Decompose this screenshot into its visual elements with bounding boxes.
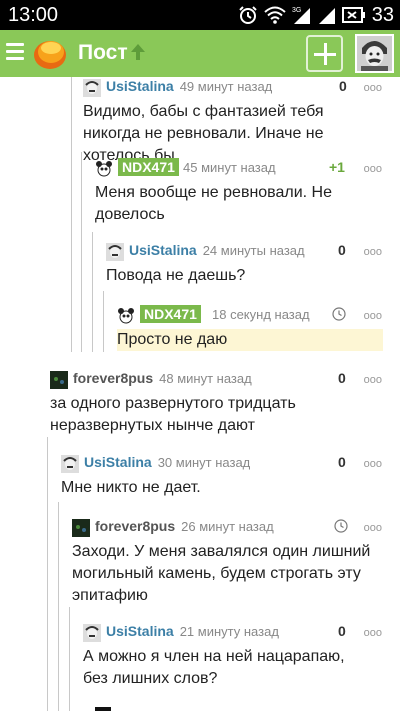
username-text[interactable]: forever8pus	[95, 518, 175, 534]
comment-thread: UsiStalina 49 минут назад 0 ооо Видимо, б…	[0, 77, 400, 711]
comment-username[interactable]: UsiStalina 24 минуты назад	[129, 242, 305, 258]
more-options-icon[interactable]: ооо	[364, 82, 382, 94]
more-options-icon[interactable]: ооо	[364, 374, 382, 386]
next-comment-avatar[interactable]	[95, 707, 111, 711]
status-icons: 3G 33	[238, 3, 394, 27]
username-text[interactable]: UsiStalina	[106, 78, 174, 94]
app-bar: Пост	[0, 30, 400, 77]
comment-rating: 0	[338, 370, 346, 386]
user-avatar[interactable]	[61, 455, 79, 473]
thread-line	[81, 152, 82, 352]
comment-username[interactable]: forever8pus 48 минут назад	[73, 370, 252, 386]
comment-username[interactable]: NDX471	[140, 305, 201, 323]
comment-rating: +1	[329, 159, 345, 175]
comment-text: Заходи. У меня завалялся один лишний мог…	[72, 543, 371, 604]
more-options-icon[interactable]: ооо	[364, 458, 382, 470]
status-bar: 13:00 3G 33	[0, 0, 400, 30]
comment-rating: 0	[339, 78, 347, 94]
comment-time: 21 минуту назад	[179, 624, 279, 639]
comment-item: UsiStalina 21 минуту назад 0 ооо А можно …	[83, 622, 400, 690]
comment-item: NDX471 18 секунд назад ооо Просто не даю	[117, 305, 400, 351]
thread-line	[103, 291, 104, 352]
user-avatar[interactable]	[95, 160, 113, 178]
comment-text: Повода не даешь?	[106, 267, 246, 284]
more-options-icon[interactable]: ооо	[364, 627, 382, 639]
comment-text: Меня вообще не ревновали. Не довелось	[95, 184, 333, 223]
user-avatar[interactable]	[50, 371, 68, 389]
more-options-icon[interactable]: ооо	[364, 163, 382, 175]
comment-item: forever8pus 48 минут назад 0 ооо за одног…	[50, 369, 400, 437]
battery-icon	[341, 7, 365, 23]
thread-line	[58, 502, 59, 711]
comment-item: UsiStalina 49 минут назад 0 ооо Видимо, б…	[83, 77, 400, 167]
signal-3g-icon: 3G	[292, 7, 310, 24]
comment-text: Мне никто не дает.	[61, 479, 201, 496]
comment-item: NDX471 45 минут назад +1 ооо Меня вообще…	[95, 158, 400, 226]
more-options-icon[interactable]: ооо	[364, 310, 382, 322]
thread-line	[69, 607, 70, 711]
status-time: 13:00	[8, 4, 59, 26]
user-avatar[interactable]	[117, 307, 135, 325]
comment-text: за одного развернутого тридцать неразвер…	[50, 395, 296, 434]
avatar[interactable]	[355, 34, 394, 73]
signal-icon	[318, 8, 335, 24]
battery-level: 33	[371, 3, 394, 26]
comment-item: forever8pus 26 минут назад ооо Заходи. У …	[72, 517, 400, 607]
username-text[interactable]: NDX471	[122, 159, 175, 175]
user-avatar[interactable]	[83, 79, 101, 97]
comment-time: 49 минут назад	[179, 79, 273, 94]
username-text[interactable]: UsiStalina	[84, 454, 152, 470]
thread-line	[47, 437, 48, 711]
clock-icon	[334, 519, 348, 533]
menu-icon[interactable]	[6, 43, 24, 61]
comment-item: UsiStalina 24 минуты назад 0 ооо Повода н…	[106, 241, 400, 287]
comment-time: 24 минуты назад	[202, 243, 305, 258]
comment-time: 48 минут назад	[159, 371, 252, 386]
comment-rating: 0	[338, 454, 346, 470]
user-avatar[interactable]	[83, 624, 101, 642]
arrow-up-icon[interactable]	[130, 42, 146, 62]
comment-rating: 0	[338, 623, 346, 639]
page-title: Пост	[78, 41, 128, 64]
username-text[interactable]: UsiStalina	[106, 623, 174, 639]
comment-text: А можно я член на ней нацарапаю, без лиш…	[83, 648, 345, 687]
user-avatar-image	[357, 36, 392, 71]
comment-rating: 0	[338, 242, 346, 258]
add-post-button[interactable]	[306, 35, 343, 72]
username-text[interactable]: UsiStalina	[129, 242, 197, 258]
username-text[interactable]: forever8pus	[73, 370, 153, 386]
more-options-icon[interactable]: ооо	[364, 246, 382, 258]
logo[interactable]	[31, 35, 69, 71]
comment-time: 30 минут назад	[157, 455, 251, 470]
thread-line	[71, 77, 72, 352]
wifi-icon	[264, 6, 286, 24]
user-avatar[interactable]	[106, 243, 124, 261]
comment-username[interactable]: forever8pus 26 минут назад	[95, 518, 274, 534]
comment-time: 45 минут назад	[183, 160, 276, 175]
username-text[interactable]: NDX471	[144, 306, 197, 322]
thread-line	[92, 232, 93, 352]
svg-text:3G: 3G	[292, 7, 301, 14]
comment-time: 18 секунд назад	[212, 307, 310, 322]
comment-username[interactable]: UsiStalina 30 минут назад	[84, 454, 250, 470]
alarm-icon	[239, 6, 257, 24]
comment-username[interactable]: UsiStalina 21 минуту назад	[106, 623, 279, 639]
user-avatar[interactable]	[72, 519, 90, 537]
comment-time: 26 минут назад	[181, 519, 274, 534]
clock-icon	[332, 307, 346, 321]
comment-username[interactable]: UsiStalina 49 минут назад	[106, 78, 272, 94]
more-options-icon[interactable]: ооо	[364, 522, 382, 534]
comment-item: UsiStalina 30 минут назад 0 ооо Мне никто…	[61, 453, 400, 499]
comment-text: Просто не даю	[117, 329, 383, 351]
comment-username[interactable]: NDX471	[118, 158, 179, 176]
